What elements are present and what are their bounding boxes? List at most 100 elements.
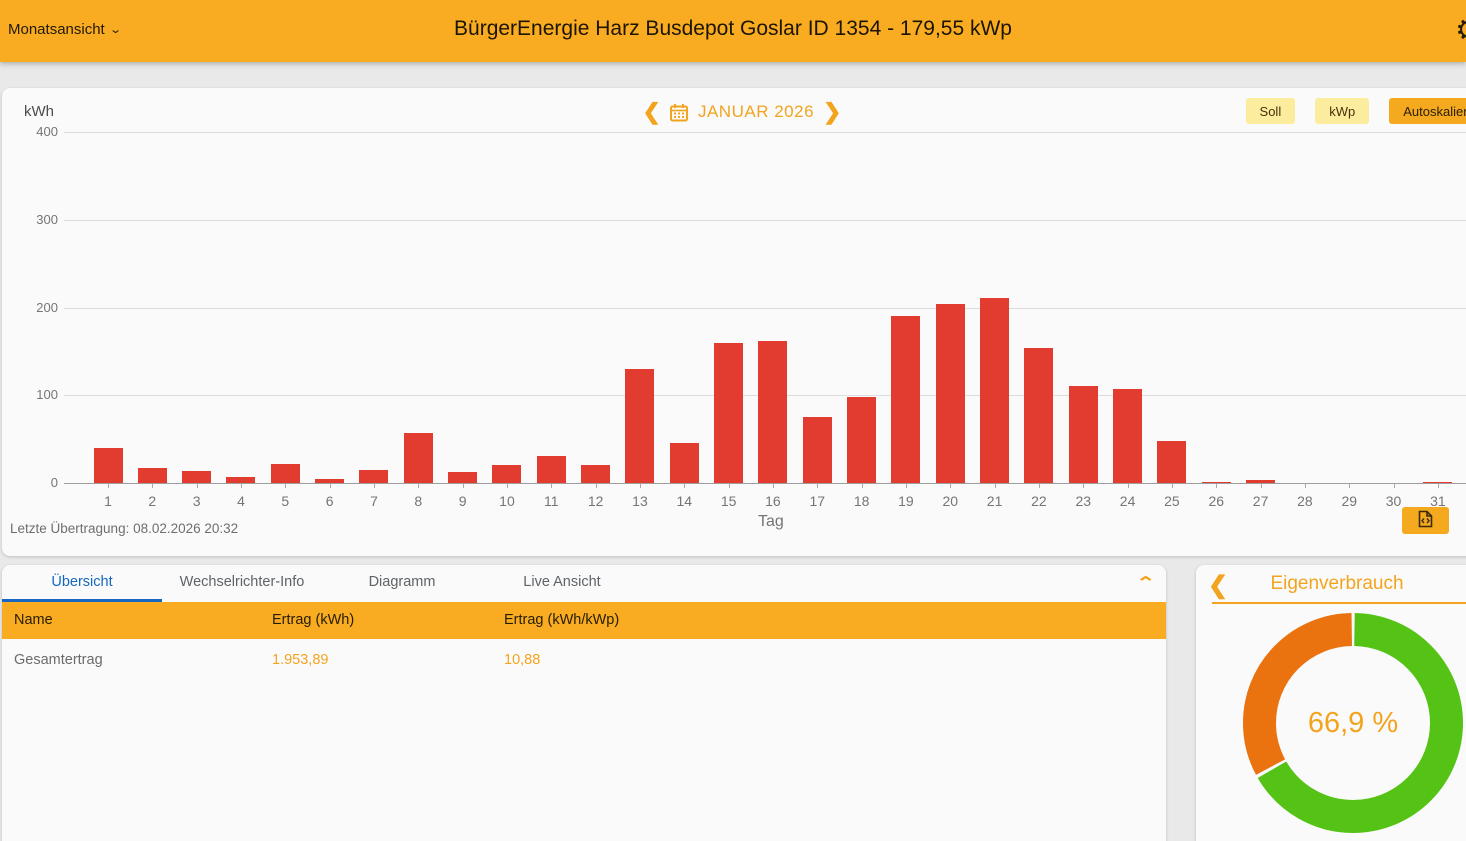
x-tick (995, 484, 996, 488)
table-header-ertrag-kwh: Ertrag (kWh) (272, 602, 354, 639)
day-label-12: 12 (578, 493, 614, 509)
bar-day-8[interactable] (404, 433, 433, 483)
day-label-21: 21 (977, 493, 1013, 509)
x-tick (330, 484, 331, 488)
panel-divider (1212, 602, 1466, 604)
table-header-name: Name (14, 602, 53, 639)
day-label-20: 20 (932, 493, 968, 509)
bar-day-1[interactable] (94, 448, 123, 483)
file-export-icon (1418, 510, 1433, 531)
day-label-24: 24 (1110, 493, 1146, 509)
bar-day-4[interactable] (226, 477, 255, 483)
day-label-3: 3 (179, 493, 215, 509)
row-ertrag-kwh: 1.953,89 (272, 639, 328, 681)
bar-day-17[interactable] (803, 417, 832, 483)
x-tick (551, 484, 552, 488)
x-tick (1216, 484, 1217, 488)
day-label-8: 8 (400, 493, 436, 509)
row-name: Gesamtertrag (14, 639, 103, 681)
x-tick (241, 484, 242, 488)
bar-day-26[interactable] (1202, 482, 1231, 483)
x-tick (1305, 484, 1306, 488)
tab-bar: ÜbersichtWechselrichter-InfoDiagrammLive… (2, 565, 642, 602)
bar-day-20[interactable] (936, 304, 965, 483)
bar-day-21[interactable] (980, 298, 1009, 483)
export-button[interactable] (1402, 507, 1449, 534)
tab-wechselrichter-info[interactable]: Wechselrichter-Info (162, 565, 322, 602)
x-tick (773, 484, 774, 488)
bar-day-18[interactable] (847, 397, 876, 483)
x-tick (507, 484, 508, 488)
x-tick (1039, 484, 1040, 488)
bar-day-12[interactable] (581, 465, 610, 483)
day-label-22: 22 (1021, 493, 1057, 509)
bar-day-23[interactable] (1069, 386, 1098, 483)
last-transmission-status: Letzte Übertragung: 08.02.2026 20:32 (10, 521, 238, 536)
bar-day-3[interactable] (182, 471, 211, 483)
bar-day-11[interactable] (537, 456, 566, 483)
day-label-27: 27 (1243, 493, 1279, 509)
bar-day-25[interactable] (1157, 441, 1186, 483)
day-label-7: 7 (356, 493, 392, 509)
day-label-11: 11 (533, 493, 569, 509)
tab-live-ansicht[interactable]: Live Ansicht (482, 565, 642, 602)
eigenverbrauch-panel: ❮ Eigenverbrauch 66,9 % (1196, 565, 1466, 841)
day-label-29: 29 (1331, 493, 1367, 509)
day-label-26: 26 (1198, 493, 1234, 509)
bar-day-22[interactable] (1024, 348, 1053, 483)
gear-icon[interactable]: ⚙ (1455, 13, 1466, 48)
y-tick-label: 200 (16, 300, 58, 315)
chevron-up-icon[interactable]: ⌃ (1135, 573, 1155, 593)
x-tick (1261, 484, 1262, 488)
x-tick (640, 484, 641, 488)
chart-card: kWh ❮ JANUAR 2026 ❯ Soll kWp Autoskalier… (2, 88, 1466, 556)
bar-day-9[interactable] (448, 472, 477, 483)
bar-day-15[interactable] (714, 343, 743, 483)
x-tick (1128, 484, 1129, 488)
gridline (64, 483, 1466, 484)
day-label-17: 17 (799, 493, 835, 509)
day-label-28: 28 (1287, 493, 1323, 509)
x-tick (684, 484, 685, 488)
day-label-13: 13 (622, 493, 658, 509)
day-label-1: 1 (90, 493, 126, 509)
tab--bersicht[interactable]: Übersicht (2, 565, 162, 602)
bar-day-10[interactable] (492, 465, 521, 483)
top-bar: Monatsansicht ⌄ BürgerEnergie Harz Busde… (0, 0, 1466, 62)
day-label-10: 10 (489, 493, 525, 509)
bar-day-6[interactable] (315, 479, 344, 483)
bar-day-19[interactable] (891, 316, 920, 483)
y-tick-label: 100 (16, 387, 58, 402)
x-tick (285, 484, 286, 488)
bar-day-24[interactable] (1113, 389, 1142, 483)
gridline (64, 220, 1466, 221)
page-title: BürgerEnergie Harz Busdepot Goslar ID 13… (0, 17, 1466, 41)
bar-day-16[interactable] (758, 341, 787, 483)
x-tick (1349, 484, 1350, 488)
bar-day-5[interactable] (271, 464, 300, 483)
donut-chart[interactable]: 66,9 % (1243, 613, 1463, 833)
bar-day-13[interactable] (625, 369, 654, 483)
day-label-19: 19 (888, 493, 924, 509)
x-tick (1438, 484, 1439, 488)
tab-diagramm[interactable]: Diagramm (322, 565, 482, 602)
day-label-5: 5 (267, 493, 303, 509)
x-tick (906, 484, 907, 488)
bar-day-7[interactable] (359, 470, 388, 483)
bar-day-14[interactable] (670, 443, 699, 483)
bar-day-31[interactable] (1423, 482, 1452, 483)
x-tick (950, 484, 951, 488)
day-label-23: 23 (1065, 493, 1101, 509)
x-tick (108, 484, 109, 488)
day-label-4: 4 (223, 493, 259, 509)
x-axis-title: Tag (758, 513, 784, 531)
table-row: Gesamtertrag 1.953,89 10,88 (2, 639, 1166, 681)
bar-day-2[interactable] (138, 468, 167, 483)
y-tick-label: 0 (16, 475, 58, 490)
x-tick (374, 484, 375, 488)
day-label-2: 2 (134, 493, 170, 509)
bar-day-27[interactable] (1246, 480, 1275, 483)
x-tick (729, 484, 730, 488)
day-label-9: 9 (445, 493, 481, 509)
x-tick (1172, 484, 1173, 488)
